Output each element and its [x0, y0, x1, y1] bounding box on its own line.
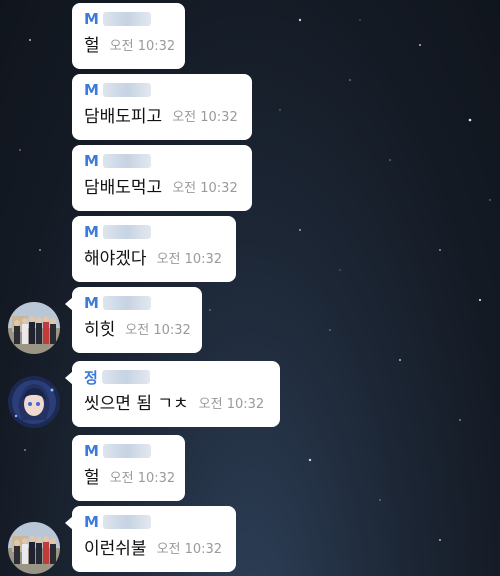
message-bubble[interactable]: M 헐 오전 10:32 [72, 435, 185, 501]
sender-name-blur [102, 12, 151, 26]
message-bubble[interactable]: 정 씻으면 됨 ㄱㅊ 오전 10:32 [65, 361, 280, 427]
message-time: 오전 10:32 [156, 542, 223, 557]
avatar-anime-icon [8, 376, 60, 428]
sender-name: M [84, 151, 242, 171]
sender-name-blur [102, 444, 151, 458]
sender-initial: M [84, 152, 99, 170]
sender-name: M [84, 441, 175, 461]
sender-initial: M [84, 223, 99, 241]
sender-initial: M [84, 10, 99, 28]
message-time: 오전 10:32 [156, 252, 223, 267]
message-time: 오전 10:32 [109, 471, 176, 486]
sender-initial: M [84, 81, 99, 99]
message-time: 오전 10:32 [125, 323, 191, 338]
avatar[interactable] [8, 522, 60, 574]
message-bubble[interactable]: M 담배도먹고 오전 10:32 [72, 145, 252, 211]
sender-name-blur [102, 154, 151, 168]
avatar[interactable] [8, 302, 60, 354]
sender-name-blur [102, 515, 151, 529]
message-time: 오전 10:32 [198, 397, 265, 412]
message-text: 담배도먹고 [84, 178, 163, 198]
sender-name: M [84, 293, 192, 313]
message-text: 히힛 [84, 320, 116, 340]
sender-name: M [84, 9, 175, 29]
message-bubble[interactable]: M 헐 오전 10:32 [72, 3, 185, 69]
message-bubble[interactable]: M 담배도피고 오전 10:32 [72, 74, 252, 140]
message-text: 헐 [84, 36, 100, 56]
message-text: 담배도피고 [84, 107, 163, 127]
sender-initial: M [84, 294, 99, 312]
sender-name: M [84, 222, 226, 242]
sender-name: M [84, 512, 226, 532]
sender-name-blur [102, 296, 151, 310]
message-text: 해야겠다 [84, 249, 147, 269]
message-bubble[interactable]: M 히힛 오전 10:32 [65, 287, 202, 353]
message-bubble[interactable]: M 이런쉬불 오전 10:32 [65, 506, 236, 572]
message-time: 오전 10:32 [172, 181, 238, 196]
sender-name-blur [101, 370, 150, 384]
message-bubble[interactable]: M 해야겠다 오전 10:32 [72, 216, 236, 282]
avatar[interactable] [8, 376, 60, 428]
message-text: 씻으면 됨 ㄱㅊ [84, 394, 189, 414]
sender-name: M [84, 80, 242, 100]
sender-initial: M [84, 442, 99, 460]
sender-initial: 정 [84, 368, 98, 387]
avatar-photo-icon [8, 522, 60, 574]
sender-initial: M [84, 513, 99, 531]
message-time: 오전 10:32 [172, 110, 238, 125]
message-time: 오전 10:32 [109, 39, 176, 54]
message-text: 헐 [84, 468, 100, 488]
sender-name: 정 [84, 367, 270, 387]
avatar-photo-icon [8, 302, 60, 354]
sender-name-blur [102, 225, 151, 239]
message-text: 이런쉬불 [84, 539, 147, 559]
sender-name-blur [102, 83, 151, 97]
